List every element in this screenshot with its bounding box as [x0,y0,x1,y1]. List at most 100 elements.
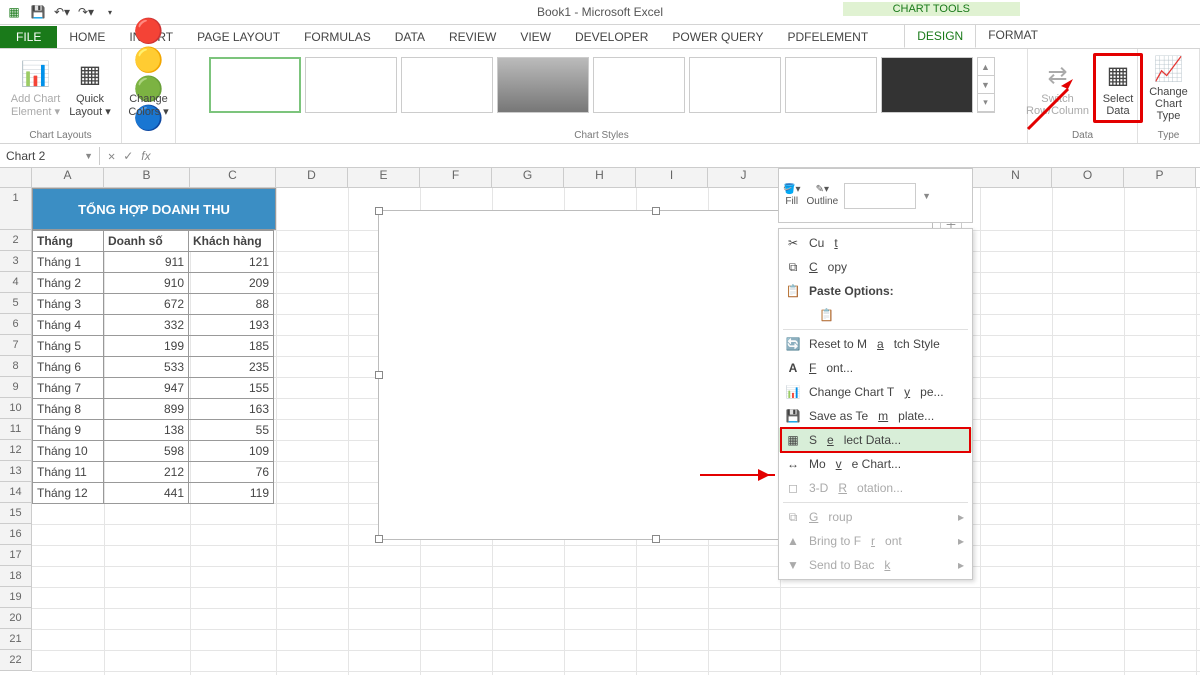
row-header[interactable]: 17 [0,545,32,566]
table-row[interactable]: Tháng 8899163 [33,399,274,420]
switch-row-column-button[interactable]: ⇄ Switch Row/Column [1022,53,1093,123]
tab-power-query[interactable]: POWER QUERY [660,26,775,48]
fx-icon[interactable]: fx [141,149,150,163]
fill-button[interactable]: 🪣▾ Fill [783,184,800,207]
chart-style-3[interactable] [401,57,493,113]
row-header[interactable]: 15 [0,503,32,524]
row-header[interactable]: 6 [0,314,32,335]
header-doanh-so[interactable]: Doanh số [104,231,189,252]
row-header[interactable]: 7 [0,335,32,356]
table-row[interactable]: Tháng 10598109 [33,441,274,462]
col-header[interactable]: G [492,168,564,187]
row-header[interactable]: 11 [0,419,32,440]
select-all-corner[interactable] [0,168,32,187]
add-chart-element-button[interactable]: 📊 Add Chart Element ▾ [6,53,65,123]
menu-paste-picture[interactable]: 📋 [779,303,972,327]
resize-handle[interactable] [652,207,660,215]
col-header[interactable]: H [564,168,636,187]
resize-handle[interactable] [375,207,383,215]
tab-formulas[interactable]: FORMULAS [292,26,383,48]
chart-style-8[interactable] [881,57,973,113]
tab-design[interactable]: DESIGN [904,24,976,48]
chart-styles-gallery[interactable]: ▲▼▾ [205,53,999,117]
table-row[interactable]: Tháng 2910209 [33,273,274,294]
menu-select-data[interactable]: ▦Select Data... [779,428,972,452]
row-header[interactable]: 9 [0,377,32,398]
worksheet-grid[interactable]: A B C D E F G H I J N O P 12345678910111… [0,168,1200,675]
chart-style-5[interactable] [593,57,685,113]
tab-developer[interactable]: DEVELOPER [563,26,660,48]
tab-data[interactable]: DATA [383,26,437,48]
chevron-down-icon[interactable]: ▼ [922,191,931,201]
row-header[interactable]: 22 [0,650,32,671]
row-header[interactable]: 16 [0,524,32,545]
col-header[interactable]: P [1124,168,1196,187]
menu-change-chart-type[interactable]: 📊Change Chart Type... [779,380,972,404]
table-row[interactable]: Tháng 913855 [33,420,274,441]
row-header[interactable]: 12 [0,440,32,461]
row-header[interactable]: 14 [0,482,32,503]
chart-style-2[interactable] [305,57,397,113]
row-header[interactable]: 18 [0,566,32,587]
shape-style-dropdown[interactable] [844,183,916,209]
row-header[interactable]: 21 [0,629,32,650]
menu-move-chart[interactable]: ↔Move Chart... [779,452,972,476]
tab-file[interactable]: FILE [0,26,57,48]
table-row[interactable]: Tháng 4332193 [33,315,274,336]
header-khach-hang[interactable]: Khách hàng [189,231,274,252]
row-header[interactable]: 2 [0,230,32,251]
col-header[interactable]: O [1052,168,1124,187]
tab-home[interactable]: HOME [57,26,117,48]
merged-title-cell[interactable]: TỔNG HỢP DOANH THU [32,188,276,230]
table-row[interactable]: Tháng 6533235 [33,357,274,378]
col-header[interactable]: F [420,168,492,187]
row-header[interactable]: 13 [0,461,32,482]
table-row[interactable]: Tháng 367288 [33,294,274,315]
row-header[interactable]: 1 [0,188,32,230]
quick-layout-button[interactable]: ▦ Quick Layout ▾ [65,53,115,123]
style-nav[interactable]: ▲▼▾ [977,57,995,113]
data-table[interactable]: Tháng Doanh số Khách hàng Tháng 1911121T… [32,230,274,504]
chart-style-1[interactable] [209,57,301,113]
qat-more-icon[interactable]: ▾ [102,4,118,20]
col-header[interactable]: J [708,168,780,187]
col-header[interactable]: A [32,168,104,187]
col-header[interactable]: I [636,168,708,187]
select-data-button[interactable]: ▦ Select Data [1093,53,1143,123]
menu-save-template[interactable]: 💾Save as Template... [779,404,972,428]
change-colors-button[interactable]: 🔴🟡🟢🔵 Change Colors ▾ [124,53,174,123]
col-header[interactable]: B [104,168,190,187]
save-icon[interactable]: 💾 [30,4,46,20]
chart-style-7[interactable] [785,57,877,113]
tab-view[interactable]: VIEW [508,26,563,48]
col-header[interactable]: D [276,168,348,187]
menu-cut[interactable]: ✂Cut [779,231,972,255]
menu-font[interactable]: AFont... [779,356,972,380]
menu-copy[interactable]: ⧉Copy [779,255,972,279]
resize-handle[interactable] [652,535,660,543]
col-header[interactable]: E [348,168,420,187]
undo-icon[interactable]: ↶▾ [54,4,70,20]
row-header[interactable]: 4 [0,272,32,293]
outline-button[interactable]: ✎▾ Outline [806,184,838,207]
header-thang[interactable]: Tháng [33,231,104,252]
row-header[interactable]: 10 [0,398,32,419]
col-header[interactable]: C [190,168,276,187]
name-box[interactable]: Chart 2▼ [0,147,100,165]
row-header[interactable]: 20 [0,608,32,629]
row-header[interactable]: 5 [0,293,32,314]
table-row[interactable]: Tháng 12441119 [33,483,274,504]
redo-icon[interactable]: ↷▾ [78,4,94,20]
resize-handle[interactable] [375,535,383,543]
tab-pdfelement[interactable]: PDFelement [775,26,880,48]
row-header[interactable]: 19 [0,587,32,608]
tab-review[interactable]: REVIEW [437,26,508,48]
menu-reset-style[interactable]: 🔄Reset to Match Style [779,332,972,356]
row-header[interactable]: 3 [0,251,32,272]
table-row[interactable]: Tháng 5199185 [33,336,274,357]
table-row[interactable]: Tháng 7947155 [33,378,274,399]
resize-handle[interactable] [375,371,383,379]
change-chart-type-button[interactable]: 📈 Change Chart Type [1144,53,1194,123]
tab-page-layout[interactable]: PAGE LAYOUT [185,26,292,48]
chart-style-4[interactable] [497,57,589,113]
